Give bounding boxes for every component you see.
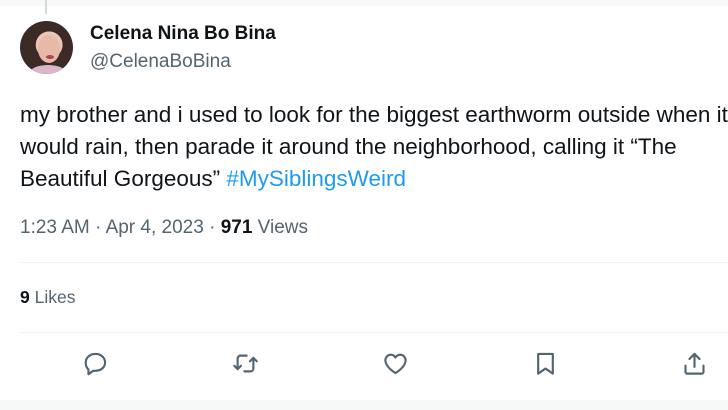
reply-button[interactable] (80, 348, 110, 378)
tweet-line-2: would rain, then parade it around the ne… (20, 134, 677, 159)
tweet-line-1: my brother and i used to look for the bi… (20, 102, 728, 127)
meta-separator: · (203, 217, 221, 238)
retweet-icon (232, 354, 258, 372)
action-bar (0, 340, 728, 384)
author-handle[interactable]: @CelenaBoBina (90, 51, 231, 73)
thread-connector-line (45, 0, 47, 14)
tweet-date[interactable]: Apr 4, 2023 (106, 217, 204, 238)
retweet-button[interactable] (230, 348, 260, 378)
likes-link[interactable]: 9 Likes (20, 287, 75, 308)
bookmark-icon (536, 352, 554, 375)
tweet-meta: 1:23 AM · Apr 4, 2023 · 971 Views (20, 217, 308, 239)
avatar[interactable] (20, 21, 73, 74)
meta-separator: · (89, 217, 106, 238)
author-name[interactable]: Celena Nina Bo Bina (90, 23, 276, 45)
divider (20, 262, 728, 263)
share-icon (683, 352, 705, 375)
tweet-line-3-text: Beautiful Gorgeous” (20, 166, 227, 191)
like-icon (383, 353, 407, 374)
reply-icon (84, 352, 106, 375)
tweet-text: my brother and i used to look for the bi… (20, 99, 728, 195)
tweet-time[interactable]: 1:23 AM (20, 217, 90, 238)
views-label: Views (252, 217, 309, 238)
hashtag-link[interactable]: #MySiblingsWeird (226, 166, 406, 191)
divider (20, 332, 728, 333)
top-strip (0, 0, 728, 6)
tweet-line-3: Beautiful Gorgeous” #MySiblingsWeird (20, 163, 728, 195)
share-button[interactable] (679, 348, 709, 378)
likes-label: Likes (29, 287, 76, 307)
views-count: 971 (220, 217, 253, 238)
like-button[interactable] (380, 348, 410, 378)
avatar-lips (46, 55, 54, 59)
bottom-strip (0, 400, 728, 410)
bookmark-button[interactable] (530, 348, 560, 378)
likes-count: 9 (20, 287, 30, 307)
avatar-shirt (28, 65, 68, 74)
